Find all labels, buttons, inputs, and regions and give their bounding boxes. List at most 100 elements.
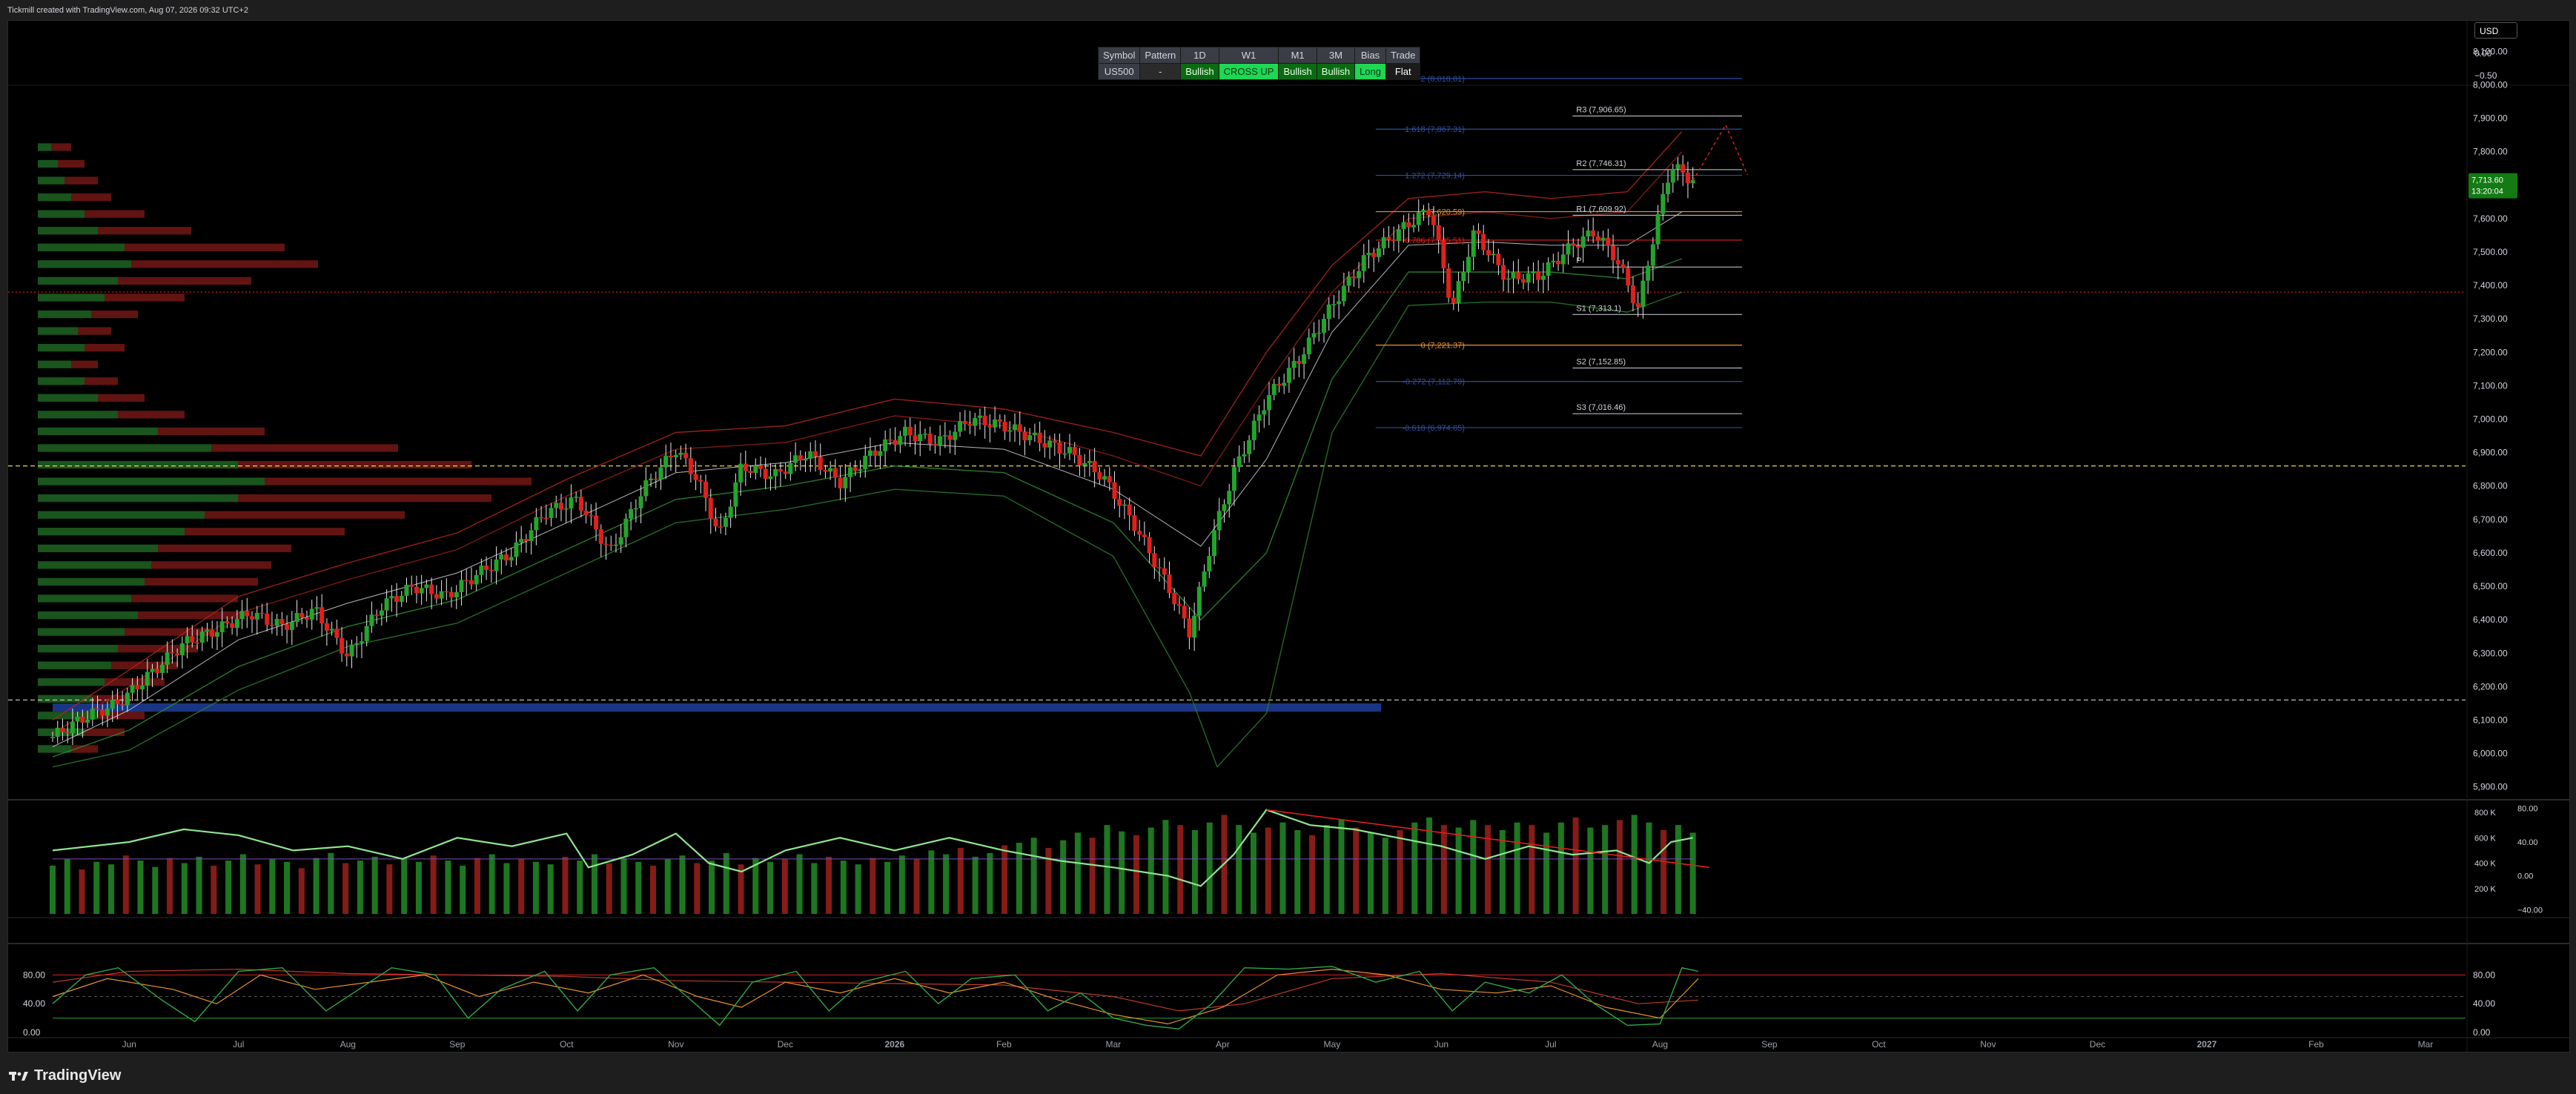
price-axis-tick: 6,300.00 xyxy=(2473,648,2508,658)
candle-body xyxy=(583,511,589,516)
candle-body xyxy=(259,612,265,614)
fib-level-label: 0 (7,221.37) xyxy=(1421,342,1465,351)
volume-bar xyxy=(870,858,876,914)
candle-body xyxy=(1421,210,1426,213)
candle-body xyxy=(1341,285,1346,302)
currency-selector[interactable]: USD xyxy=(2474,22,2517,39)
volume-profile-down-bar xyxy=(91,310,138,319)
volume-profile-up-bar xyxy=(38,611,138,620)
price-axis-tick: 8,000.00 xyxy=(2473,79,2508,90)
volume-bar xyxy=(709,861,715,914)
candle-body xyxy=(1007,430,1013,432)
candle-body xyxy=(753,465,758,473)
candle-body xyxy=(424,584,429,589)
candle-body xyxy=(70,721,75,734)
price-axis-tick: 6,500.00 xyxy=(2473,581,2508,591)
candle-body xyxy=(1681,164,1686,173)
candle-body xyxy=(329,629,334,631)
candle-body xyxy=(374,614,380,616)
time-axis-tick: Mar xyxy=(2418,1039,2434,1050)
candle-body xyxy=(165,652,170,665)
price-axis-tick: 7,000.00 xyxy=(2473,414,2508,425)
candle-body xyxy=(1162,568,1167,575)
volume-profile-down-bar xyxy=(85,377,118,385)
candle-body xyxy=(349,644,354,657)
projection-path xyxy=(1692,123,1749,182)
table-header-cell: W1 xyxy=(1218,47,1279,64)
oscillator-axis-tick: 0.00 xyxy=(2517,872,2533,881)
volume-profile-down-bar xyxy=(85,210,145,218)
candle-body xyxy=(1286,368,1291,383)
volume-bar xyxy=(1001,845,1008,914)
volume-bar xyxy=(811,863,818,914)
band-line-lower-inner xyxy=(52,258,1683,757)
candle-body xyxy=(1337,301,1342,305)
price-axis-tick: 6,200.00 xyxy=(2473,681,2508,692)
candle-body xyxy=(389,596,394,599)
candle-body xyxy=(1117,499,1122,506)
candle-body xyxy=(225,621,230,623)
volume-bar xyxy=(328,852,334,914)
volume-bar xyxy=(1661,829,1667,914)
volume-bar xyxy=(1382,838,1388,914)
candle-body xyxy=(1013,424,1018,431)
signal-table-header-row: Symbol Pattern 1D W1 M1 3M Bias Trade xyxy=(1097,47,1421,64)
candle-body xyxy=(1262,410,1267,415)
time-axis-tick: 2027 xyxy=(2197,1039,2217,1050)
candle-body xyxy=(234,619,239,629)
candle-body xyxy=(1441,239,1446,269)
candle-body xyxy=(887,439,893,441)
volume-profile-up-bar xyxy=(38,276,118,285)
candle-body xyxy=(1630,285,1635,303)
candle-body xyxy=(185,636,190,643)
pivot-level-label: S2 (7,152.85) xyxy=(1576,358,1626,367)
price-axis-tick: 6,700.00 xyxy=(2473,514,2508,525)
candle-body xyxy=(309,609,314,620)
price-axis-tick: 6,800.00 xyxy=(2473,481,2508,491)
volume-panel: 800 K 600 K 400 K 200 K 80.00 40.00 0.00 −40.00 xyxy=(50,804,2543,915)
candle-body xyxy=(1302,354,1307,364)
candle-body xyxy=(394,596,400,603)
candle-body xyxy=(334,629,340,638)
volume-bar xyxy=(1514,822,1520,914)
candle-body xyxy=(1446,268,1451,298)
candle-body xyxy=(668,455,673,457)
chart-area[interactable]: 2 (8,018.81) 1.618 (7,867.31) 1.272 (7,729… xyxy=(7,20,2570,1052)
candle-body xyxy=(589,515,594,517)
table-header-cell: Symbol xyxy=(1097,47,1141,64)
candle-body xyxy=(558,503,563,510)
volume-bar xyxy=(547,864,554,914)
volume-profile-up-bar xyxy=(38,427,158,436)
time-axis-tick: Feb xyxy=(996,1039,1012,1050)
volume-bar xyxy=(50,865,56,914)
volume-bar xyxy=(635,861,642,914)
volume-bar xyxy=(137,861,144,914)
stochastic-left-axis-tick: 40.00 xyxy=(23,998,45,1009)
volume-bar xyxy=(1689,832,1696,914)
volume-profile-down-bar xyxy=(211,444,398,452)
candle-body xyxy=(474,574,479,585)
volume-bar xyxy=(196,856,202,914)
price-axis-tick: 6,400.00 xyxy=(2473,614,2508,625)
volume-bar xyxy=(371,856,378,914)
candle-body xyxy=(554,503,559,508)
tradingview-logo-icon xyxy=(9,1072,28,1081)
chart-canvas[interactable]: 2 (8,018.81) 1.618 (7,867.31) 1.272 (7,729… xyxy=(8,21,2569,1052)
candle-body xyxy=(1017,424,1022,432)
candle-body xyxy=(663,455,669,468)
volume-bar xyxy=(1368,832,1374,914)
candle-body xyxy=(1566,243,1571,255)
price-axis-tick: 7,400.00 xyxy=(2473,280,2508,291)
candle-body xyxy=(643,480,649,497)
table-header-cell: Trade xyxy=(1385,47,1421,64)
candle-body xyxy=(199,631,205,643)
time-axis-tick: Jul xyxy=(1545,1039,1556,1050)
volume-profile-up-bar xyxy=(38,344,85,352)
time-axis-tick: Nov xyxy=(1980,1039,1996,1050)
volume-profile-up-bar xyxy=(38,377,85,385)
volume-profile-up-bar xyxy=(38,444,211,452)
candle-body xyxy=(130,685,135,693)
candle-body xyxy=(80,717,85,723)
candle-body xyxy=(55,727,60,737)
candle-body xyxy=(1082,463,1087,466)
